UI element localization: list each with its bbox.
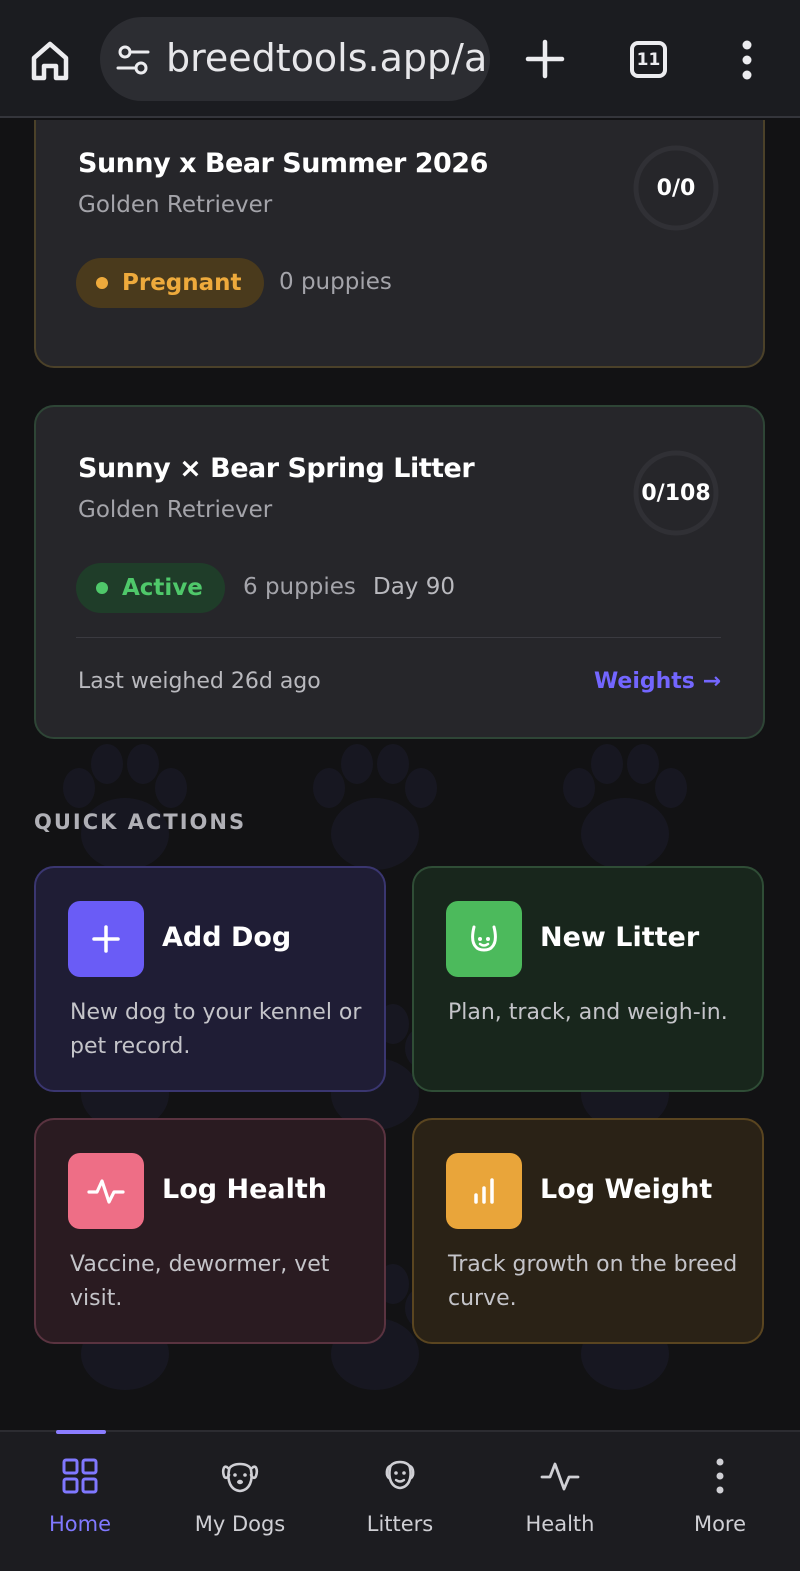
nav-label: Litters bbox=[366, 1512, 434, 1536]
litter-name: Sunny × Bear Spring Litter bbox=[78, 453, 475, 484]
card-divider bbox=[76, 637, 721, 638]
status-dot bbox=[96, 582, 108, 594]
pulse-icon bbox=[68, 1153, 144, 1229]
action-description: Vaccine, dewormer, vet visit. bbox=[70, 1252, 330, 1311]
new-tab-button[interactable] bbox=[522, 36, 568, 82]
litter-card[interactable]: Sunny x Bear Summer 2026 Golden Retrieve… bbox=[34, 120, 765, 368]
progress-label: 0/0 bbox=[656, 175, 696, 201]
litter-day: Day 90 bbox=[373, 574, 455, 600]
puppy-icon bbox=[385, 1460, 415, 1490]
dog-face-icon bbox=[221, 1462, 259, 1493]
action-description: New dog to your kennel or pet record. bbox=[70, 1000, 362, 1059]
status-label: Pregnant bbox=[122, 270, 242, 296]
nav-more[interactable]: More bbox=[640, 1432, 800, 1571]
weights-link[interactable]: Weights → bbox=[594, 669, 721, 694]
litter-breed: Golden Retriever bbox=[78, 192, 273, 218]
action-title: Log Health bbox=[162, 1174, 327, 1205]
plus-icon bbox=[68, 901, 144, 977]
more-vertical-icon bbox=[742, 40, 752, 80]
nav-label: More bbox=[693, 1512, 747, 1536]
status-label: Active bbox=[122, 575, 203, 601]
browser-toolbar: breedtools.app/a 11 bbox=[0, 0, 800, 118]
home-button[interactable] bbox=[22, 32, 78, 88]
last-weighed: Last weighed 26d ago bbox=[78, 669, 321, 694]
plus-icon bbox=[525, 39, 565, 79]
puppy-face-icon bbox=[446, 901, 522, 977]
action-title: New Litter bbox=[540, 922, 700, 953]
browser-menu-button[interactable] bbox=[731, 38, 763, 82]
nav-home[interactable]: Home bbox=[0, 1432, 160, 1571]
progress-label: 0/108 bbox=[641, 480, 711, 506]
grid-icon bbox=[62, 1458, 98, 1494]
address-bar[interactable]: breedtools.app/a bbox=[100, 17, 490, 101]
bottom-navigation: Home My Dogs Litters Health More bbox=[0, 1430, 800, 1571]
more-vertical-icon bbox=[716, 1458, 724, 1494]
bar-chart-icon bbox=[446, 1153, 522, 1229]
status-badge: Pregnant bbox=[76, 258, 264, 308]
action-description: Plan, track, and weigh-in. bbox=[448, 1000, 728, 1025]
nav-my-dogs[interactable]: My Dogs bbox=[160, 1432, 320, 1571]
nav-label: Home bbox=[48, 1512, 111, 1536]
log-weight-card[interactable]: Log Weight Track growth on the breed cur… bbox=[412, 1118, 764, 1344]
log-health-card[interactable]: Log Health Vaccine, dewormer, vet visit. bbox=[34, 1118, 386, 1344]
litter-name: Sunny x Bear Summer 2026 bbox=[78, 148, 488, 179]
main-content[interactable]: Sunny x Bear Summer 2026 Golden Retrieve… bbox=[0, 120, 800, 1430]
pulse-icon bbox=[540, 1462, 580, 1491]
action-description: Track growth on the breed curve. bbox=[448, 1252, 738, 1311]
nav-label: Health bbox=[525, 1512, 595, 1536]
litter-card[interactable]: Sunny × Bear Spring Litter Golden Retrie… bbox=[34, 405, 765, 739]
status-dot bbox=[96, 277, 108, 289]
url-text: breedtools.app/a bbox=[166, 36, 486, 80]
add-dog-card[interactable]: Add Dog New dog to your kennel or pet re… bbox=[34, 866, 386, 1092]
nav-label: My Dogs bbox=[194, 1512, 286, 1536]
action-title: Add Dog bbox=[162, 922, 292, 953]
progress-ring: 0/0 bbox=[630, 142, 722, 234]
action-title: Log Weight bbox=[540, 1174, 713, 1205]
litter-breed: Golden Retriever bbox=[78, 497, 273, 523]
new-litter-card[interactable]: New Litter Plan, track, and weigh-in. bbox=[412, 866, 764, 1092]
nav-litters[interactable]: Litters bbox=[320, 1432, 480, 1571]
home-icon bbox=[31, 41, 69, 81]
puppy-count: 0 puppies bbox=[279, 269, 392, 295]
section-title: QUICK ACTIONS bbox=[34, 810, 247, 834]
puppy-count: 6 puppies bbox=[243, 574, 356, 600]
progress-ring: 0/108 bbox=[630, 447, 722, 539]
tab-switcher-button[interactable]: 11 bbox=[630, 41, 667, 78]
nav-health[interactable]: Health bbox=[480, 1432, 640, 1571]
status-badge: Active bbox=[76, 563, 225, 613]
site-settings-icon[interactable] bbox=[116, 43, 150, 77]
